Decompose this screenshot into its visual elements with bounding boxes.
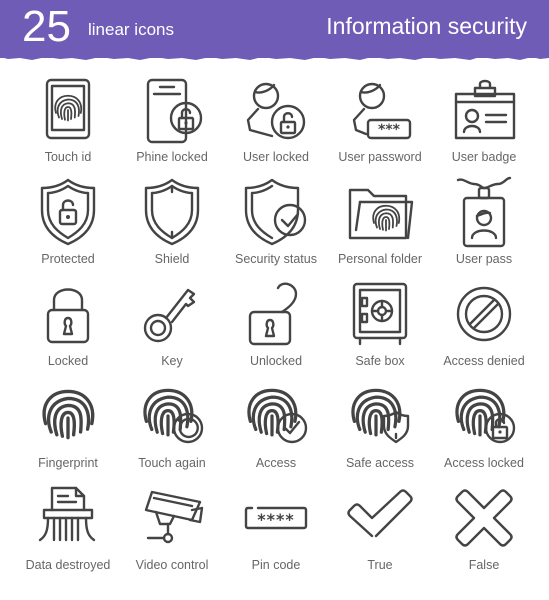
fingerprint-icon — [42, 389, 95, 440]
pin-code-icon: **** — [244, 506, 308, 530]
icon-tile[interactable]: User locked — [224, 72, 328, 164]
phone-locked-icon — [146, 78, 203, 144]
icon-label: Touch id — [44, 150, 92, 164]
icon-tile[interactable]: Phine locked — [120, 72, 224, 164]
icon-label: User locked — [243, 150, 309, 164]
header-banner: 25 linear icons Information security — [0, 0, 549, 58]
icon-label: Security status — [235, 252, 317, 266]
icon-label: Video control — [135, 558, 209, 572]
icon-label: User password — [338, 150, 422, 164]
icon-label: Safe access — [345, 456, 415, 470]
icon-tile[interactable]: Access locked — [432, 378, 536, 470]
torn-edge — [0, 54, 549, 60]
icon-label: Personal folder — [337, 252, 423, 266]
user-password-icon: *** — [352, 82, 412, 140]
locked-icon — [46, 288, 90, 344]
icon-label: Data destroyed — [25, 558, 111, 572]
icon-label: Safe box — [355, 354, 405, 368]
icon-tile[interactable]: False — [432, 480, 536, 572]
icon-label: Locked — [47, 354, 89, 368]
icon-tile[interactable]: Locked — [16, 276, 120, 368]
icon-tile[interactable]: Touch id — [16, 72, 120, 164]
icon-tile[interactable]: User pass — [432, 174, 536, 266]
icon-label: Unlocked — [249, 354, 303, 368]
icon-tile[interactable]: Shield — [120, 174, 224, 266]
icon-label: Protected — [41, 252, 95, 266]
data-destroyed-icon — [38, 486, 96, 542]
banner-title: Information security — [326, 13, 527, 39]
svg-text:***: *** — [378, 122, 401, 138]
icon-label: User badge — [451, 150, 517, 164]
icon-label: Fingerprint — [38, 456, 98, 470]
icon-count: 25 — [22, 2, 71, 51]
icon-tile[interactable]: Fingerprint — [16, 378, 120, 470]
touch-again-icon — [143, 388, 204, 444]
icon-label: Key — [161, 354, 183, 368]
icon-tile[interactable]: Video control — [120, 480, 224, 572]
access-denied-icon — [456, 286, 512, 342]
icon-label: Phine locked — [136, 150, 208, 164]
touch-id-icon — [45, 78, 91, 140]
icon-tile[interactable]: Safe box — [328, 276, 432, 368]
shield-icon — [144, 178, 200, 246]
icon-label: Access locked — [444, 456, 524, 470]
icon-label: Access — [255, 456, 297, 470]
icon-tile[interactable]: User badge — [432, 72, 536, 164]
icon-tile[interactable]: Protected — [16, 174, 120, 266]
icon-tile[interactable]: Key — [120, 276, 224, 368]
icon-tile[interactable]: Security status — [224, 174, 328, 266]
access-locked-icon — [455, 388, 516, 444]
icon-tile[interactable]: Touch again — [120, 378, 224, 470]
icon-tile[interactable]: Access — [224, 378, 328, 470]
icon-tile[interactable]: *** User password — [328, 72, 432, 164]
check-icon — [347, 489, 413, 538]
icon-label: User pass — [455, 252, 513, 266]
icon-label: Shield — [154, 252, 190, 266]
banner-subtitle: linear icons — [88, 20, 174, 39]
icon-tile[interactable]: True — [328, 480, 432, 572]
access-icon — [247, 388, 308, 444]
icon-tile[interactable]: Safe access — [328, 378, 432, 470]
icon-label: Touch again — [138, 456, 206, 470]
personal-folder-icon — [348, 188, 414, 240]
video-control-icon — [144, 490, 204, 544]
icon-tile[interactable]: Personal folder — [328, 174, 432, 266]
icon-label: True — [367, 558, 393, 572]
icon-label: Pin code — [251, 558, 301, 572]
icon-label: False — [468, 558, 500, 572]
icon-tile[interactable]: **** Pin code — [224, 480, 328, 572]
icon-tile[interactable]: Access denied — [432, 276, 536, 368]
unlocked-icon — [248, 282, 298, 346]
safe-access-icon — [351, 388, 410, 444]
svg-text:****: **** — [257, 510, 294, 529]
cross-icon — [455, 489, 513, 547]
icon-label: Access denied — [443, 354, 525, 368]
user-locked-icon — [246, 82, 306, 140]
icon-tile[interactable]: Data destroyed — [16, 480, 120, 572]
security-status-icon — [244, 178, 307, 246]
user-pass-icon — [456, 176, 512, 248]
protected-icon — [40, 178, 96, 246]
safe-box-icon — [352, 282, 408, 346]
key-icon — [143, 288, 196, 343]
icon-tile[interactable]: Unlocked — [224, 276, 328, 368]
user-badge-icon — [454, 79, 516, 140]
